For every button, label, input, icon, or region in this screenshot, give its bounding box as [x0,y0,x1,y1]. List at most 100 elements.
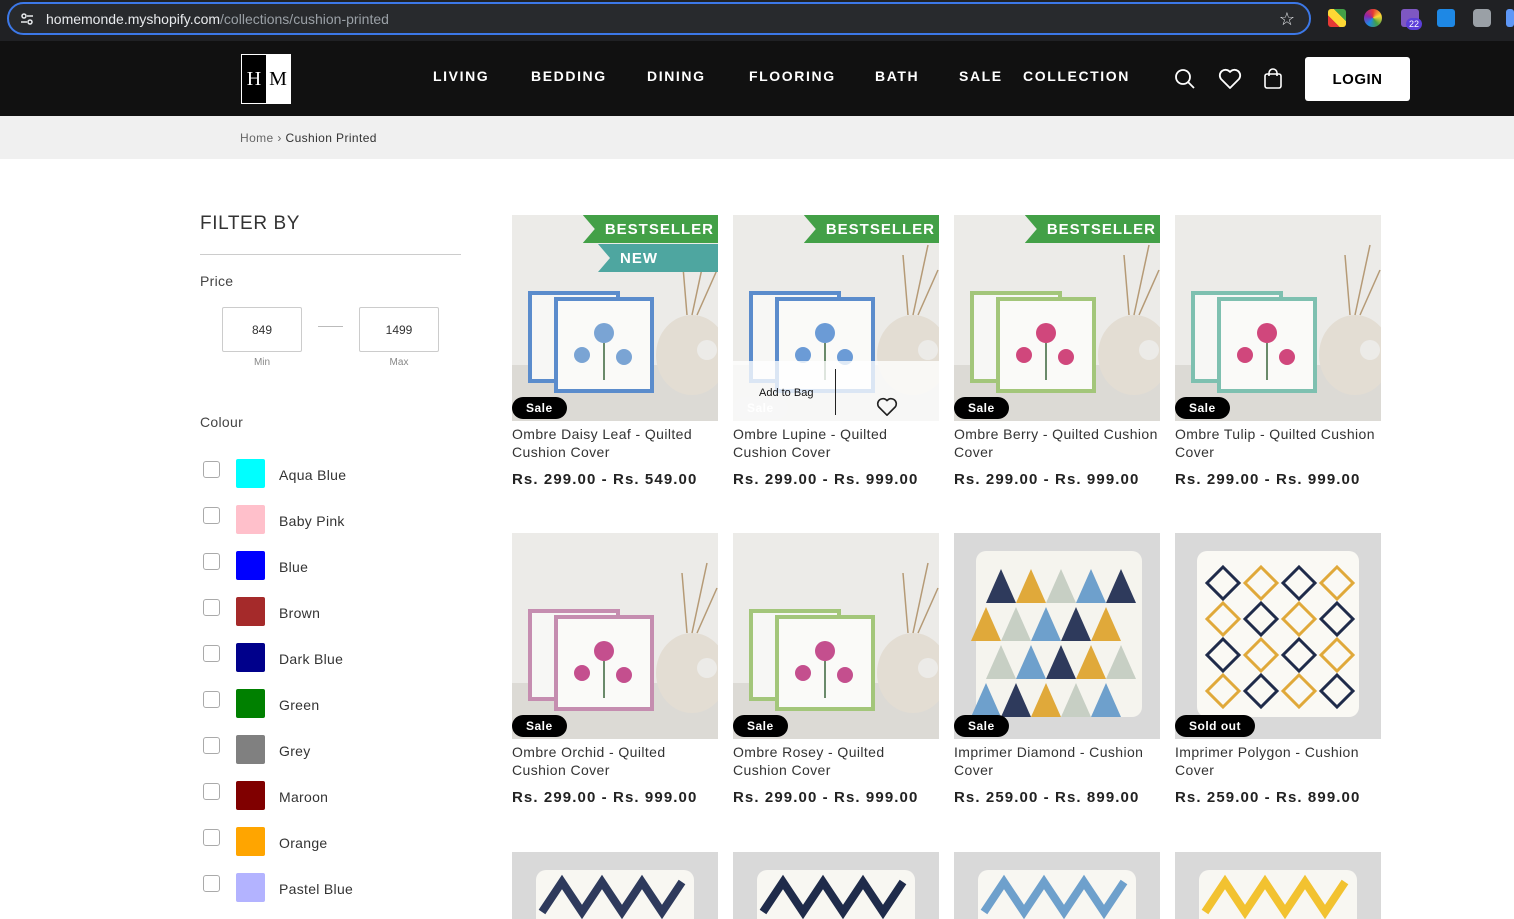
colour-option[interactable]: Grey [203,735,463,765]
colour-checkbox[interactable] [203,645,220,662]
product-image[interactable]: Sale [733,533,939,739]
colour-swatch[interactable] [236,505,265,534]
product-card[interactable]: BESTSELLER NEW Sale Ombre Daisy Leaf - Quil… [512,215,718,488]
product-card[interactable] [512,852,718,919]
nav-living[interactable]: LIVING [433,68,489,84]
camera-icon[interactable] [1473,9,1491,27]
product-name[interactable]: Ombre Orchid - Quilted Cushion Cover [512,743,718,779]
bestseller-ribbon: BESTSELLER [582,215,718,243]
product-price: Rs. 299.00 - Rs. 999.00 [512,789,698,806]
colour-option[interactable]: Green [203,689,463,719]
product-image[interactable]: BESTSELLER NEW Sale [512,215,718,421]
address-bar[interactable]: homemonde.myshopify.com/collections/cush… [7,2,1311,35]
home-monde-logo[interactable]: H M [241,54,291,104]
colour-option[interactable]: Maroon [203,781,463,811]
product-image[interactable] [1175,852,1381,919]
colour-filter-label: Colour [200,414,244,430]
product-name[interactable]: Imprimer Diamond - Cushion Cover [954,743,1160,779]
colour-name: Brown [279,605,321,621]
product-name[interactable]: Ombre Rosey - Quilted Cushion Cover [733,743,939,779]
product-card[interactable]: Sale Ombre Tulip - Quilted Cushion Cover R… [1175,215,1381,488]
colour-checkbox[interactable] [203,553,220,570]
login-button[interactable]: LOGIN [1305,57,1410,101]
product-image[interactable]: Sale [1175,215,1381,421]
colour-option[interactable]: Orange [203,827,463,857]
price-max-input[interactable]: 1499 [359,307,439,352]
colour-swatch[interactable] [236,551,265,580]
nav-sale[interactable]: SALE [959,68,1003,84]
nav-bedding[interactable]: BEDDING [531,68,607,84]
product-card[interactable]: BESTSELLER Sale Ombre Berry - Quilted Cush… [954,215,1160,488]
download-icon[interactable] [1437,9,1455,27]
colour-swatch[interactable] [236,689,265,718]
nav-dining[interactable]: DINING [647,68,706,84]
colour-checkbox[interactable] [203,829,220,846]
colour-checkbox[interactable] [203,737,220,754]
product-card[interactable]: Sold out Imprimer Polygon - Cushion Cover… [1175,533,1381,806]
price-max-label: Max [389,357,409,368]
product-card[interactable] [733,852,939,919]
colour-swatch[interactable] [236,781,265,810]
search-icon[interactable] [1174,68,1196,90]
colour-swatch[interactable] [236,827,265,856]
divider [200,254,461,255]
product-card[interactable] [954,852,1160,919]
colour-checkbox[interactable] [203,875,220,892]
colour-option[interactable]: Dark Blue [203,643,463,673]
product-name[interactable]: Ombre Lupine - Quilted Cushion Cover [733,425,939,461]
nav-collection[interactable]: COLLECTION [1023,68,1130,84]
colour-checkbox[interactable] [203,461,220,478]
colour-option[interactable]: Baby Pink [203,505,463,535]
colour-option[interactable]: Aqua Blue [203,459,463,489]
price-filter-label: Price [200,273,234,289]
colour-checkbox[interactable] [203,783,220,800]
product-card[interactable]: BESTSELLERSaleAdd to Bag Ombre Lupine - Q… [733,215,939,488]
colour-swatch[interactable] [236,597,265,626]
product-price: Rs. 299.00 - Rs. 999.00 [1175,471,1361,488]
wishlist-heart-icon[interactable] [1218,68,1242,90]
product-card[interactable]: Sale Ombre Rosey - Quilted Cushion Cover R… [733,533,939,806]
product-card[interactable] [1175,852,1381,919]
color-picker-extension-icon[interactable] [1364,9,1382,27]
extension-badge: 22 [1406,18,1423,30]
extension-icon-partial[interactable] [1506,9,1514,27]
colour-checkbox[interactable] [203,507,220,524]
colour-checkbox[interactable] [203,691,220,708]
nav-flooring[interactable]: FLOORING [749,68,836,84]
colour-option[interactable]: Pastel Blue [203,873,463,903]
site-info-icon[interactable] [19,11,35,27]
product-name[interactable]: Ombre Daisy Leaf - Quilted Cushion Cover [512,425,718,461]
product-image[interactable]: BESTSELLER Sale [954,215,1160,421]
product-name[interactable]: Ombre Tulip - Quilted Cushion Cover [1175,425,1381,461]
colour-option[interactable]: Blue [203,551,463,581]
bookmark-star-icon[interactable]: ☆ [1279,9,1295,29]
sale-badge: Sale [1175,397,1230,419]
product-image[interactable]: Sold out [1175,533,1381,739]
colour-swatch[interactable] [236,735,265,764]
colour-checkbox[interactable] [203,599,220,616]
product-name[interactable]: Imprimer Polygon - Cushion Cover [1175,743,1381,779]
colour-swatch[interactable] [236,873,265,902]
product-image[interactable] [733,852,939,919]
product-image[interactable] [954,852,1160,919]
product-card[interactable]: Sale Ombre Orchid - Quilted Cushion Cover… [512,533,718,806]
product-image[interactable] [512,852,718,919]
product-card[interactable]: Sale Imprimer Diamond - Cushion Cover Rs. … [954,533,1160,806]
colour-swatch[interactable] [236,643,265,672]
breadcrumb-current: Cushion Printed [285,131,377,145]
extension-icon[interactable] [1328,9,1346,27]
colour-option[interactable]: Brown [203,597,463,627]
add-to-bag-button[interactable]: Add to Bag [759,387,813,399]
product-name[interactable]: Ombre Berry - Quilted Cushion Cover [954,425,1160,461]
breadcrumb-separator: › [277,131,282,145]
wishlist-heart-icon[interactable] [876,397,898,421]
product-image[interactable]: BESTSELLERSaleAdd to Bag [733,215,939,421]
cart-bag-icon[interactable] [1263,68,1285,90]
product-image[interactable]: Sale [954,533,1160,739]
product-image[interactable]: Sale [512,533,718,739]
nav-bath[interactable]: BATH [875,68,919,84]
price-min-input[interactable]: 849 [222,307,302,352]
breadcrumb-home[interactable]: Home [240,131,274,145]
colour-swatch[interactable] [236,459,265,488]
product-price: Rs. 299.00 - Rs. 999.00 [733,789,919,806]
